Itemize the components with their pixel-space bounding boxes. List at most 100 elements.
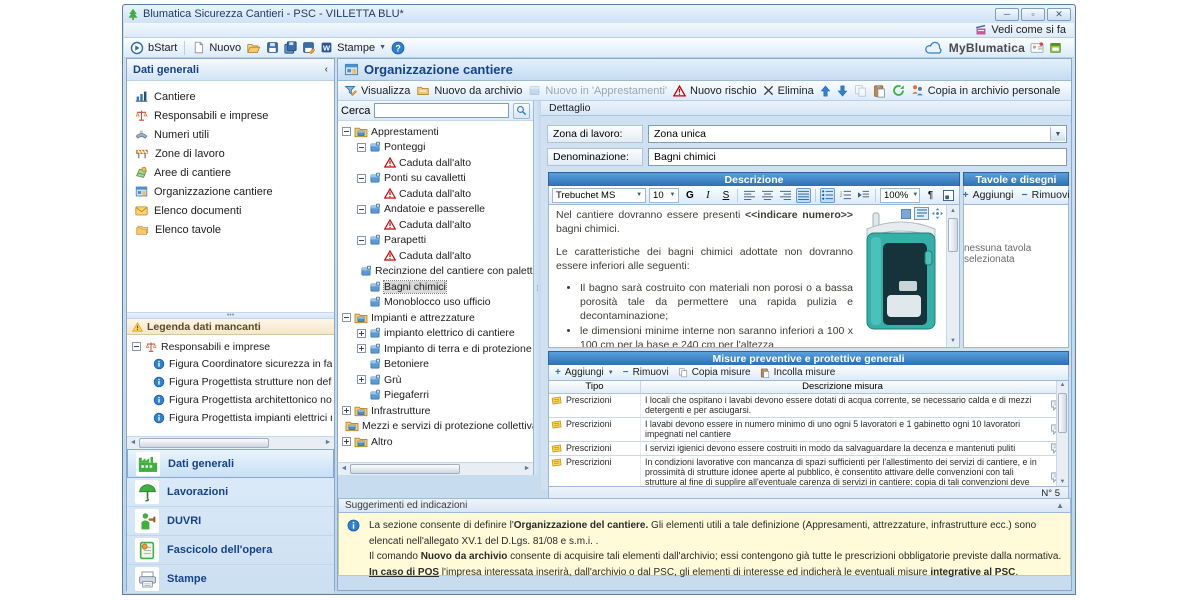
stampe-button[interactable]: W Stampe ▼ — [320, 41, 386, 54]
scrollbar-thumb[interactable] — [350, 464, 460, 474]
nuovo-button[interactable]: Nuovo — [192, 41, 241, 54]
scrollbar-thumb[interactable] — [139, 438, 269, 448]
align-left-button[interactable] — [742, 188, 757, 203]
save-all-icon[interactable] — [284, 41, 297, 54]
scrollbar-thumb[interactable] — [1058, 393, 1067, 433]
justify-button[interactable] — [796, 188, 811, 203]
tree-node-parapetti[interactable]: Parapetti — [338, 233, 533, 249]
copia-archivio-personale-button[interactable]: Copia in archivio personale — [911, 84, 1061, 97]
italic-button[interactable]: I — [700, 188, 715, 203]
refresh-icon[interactable] — [892, 84, 905, 97]
scroll-down-icon[interactable]: ▼ — [1058, 479, 1067, 485]
numbered-list-button[interactable]: 12 — [838, 188, 853, 203]
bstart-button[interactable]: bStart — [130, 41, 177, 55]
tree-node-andatoie-e-passerelle[interactable]: Andatoie e passerelle — [338, 202, 533, 218]
search-input[interactable] — [374, 103, 509, 118]
copy-icon[interactable] — [854, 84, 867, 97]
legend-item[interactable]: Figura Coordinatore sicurezza in fase di… — [129, 355, 332, 373]
panel-splitter[interactable]: ⁞ — [534, 101, 541, 475]
tree-node-mezzi-e-servizi-di-protezione-collettiva[interactable]: Mezzi e servizi di protezione collettiva — [338, 419, 533, 435]
bold-button[interactable]: G — [682, 188, 697, 203]
page-layout-button[interactable] — [941, 188, 956, 203]
tree-node-ponteggi[interactable]: Ponteggi — [338, 140, 533, 156]
tree-node-infrastrutture[interactable]: Infrastrutture — [338, 403, 533, 419]
column-header-tipo[interactable]: Tipo — [549, 381, 641, 393]
help-icon[interactable]: ? — [391, 41, 405, 55]
tree-node-impianto-di-terra-e-di-protezione-contro-le-scariche[interactable]: Impianto di terra e di protezione contro… — [338, 341, 533, 357]
misure-aggiungi-button[interactable]: + Aggiungi ▼ — [555, 367, 614, 378]
sidebar-item-elenco-tavole[interactable]: Elenco tavole — [127, 220, 334, 239]
tree-node-bagni-chimici[interactable]: Bagni chimici — [338, 279, 533, 295]
sidebar-splitter[interactable]: ••• — [127, 312, 334, 319]
elimina-button[interactable]: Elimina — [763, 85, 814, 97]
save-icon[interactable] — [266, 41, 279, 54]
nav-item-lavorazioni[interactable]: Lavorazioni — [127, 478, 334, 507]
chevron-down-icon[interactable]: ▼ — [1050, 127, 1065, 141]
tavole-aggiungi-button[interactable]: + Aggiungi — [962, 189, 1013, 201]
tree-node-recinzione-del-cantiere-con-paletti-e-rete[interactable]: Recinzione del cantiere con paletti e re… — [338, 264, 533, 280]
denominazione-input[interactable]: Bagni chimici — [648, 148, 1067, 166]
collapse-sidebar-icon[interactable]: ‹ — [325, 64, 328, 75]
tree-node-monoblocco-uso-ufficio[interactable]: Monoblocco uso ufficio — [338, 295, 533, 311]
tree-node-caduta-dall-alto[interactable]: Caduta dall'alto — [338, 248, 533, 264]
maximize-button[interactable]: ▫ — [1021, 8, 1045, 21]
title-bar[interactable]: Blumatica Sicurezza Cantieri - PSC - VIL… — [123, 5, 1075, 23]
misure-vscrollbar[interactable]: ▲ ▼ — [1056, 381, 1068, 486]
legend-item[interactable]: Figura Progettista architettonico non de… — [129, 391, 332, 409]
editor-vscrollbar[interactable]: ▲ ▼ — [946, 205, 959, 347]
tree-node-impianto-elettrico-di-cantiere[interactable]: impianto elettrico di cantiere — [338, 326, 533, 342]
tree-node-gr-[interactable]: Grù — [338, 372, 533, 388]
paste-icon[interactable] — [873, 84, 886, 98]
tree-node-altro[interactable]: Altro — [338, 434, 533, 450]
nuovo-rischio-button[interactable]: Nuovo rischio — [673, 85, 757, 97]
bullet-list-button[interactable] — [820, 188, 835, 203]
nuovo-da-archivio-button[interactable]: Nuovo da archivio — [416, 84, 522, 97]
tree-hscrollbar[interactable]: ◄ ► — [338, 462, 533, 475]
scroll-left-icon[interactable]: ◄ — [128, 438, 138, 448]
search-button[interactable] — [513, 103, 530, 119]
nav-item-dati-generali[interactable]: Dati generali — [127, 449, 334, 478]
tree-node-apprestamenti[interactable]: Apprestamenti — [338, 124, 533, 140]
sidebar-item-elenco-documenti[interactable]: Elenco documenti — [127, 201, 334, 220]
scroll-right-icon[interactable]: ► — [323, 438, 333, 448]
align-right-button[interactable] — [778, 188, 793, 203]
sidebar-item-organizzazione-cantiere[interactable]: Organizzazione cantiere — [127, 182, 334, 201]
misure-row[interactable]: PrescrizioniI locali che ospitano i lava… — [549, 394, 1068, 418]
sidebar-hscrollbar[interactable]: ◄ ► — [127, 436, 334, 449]
sidebar-item-aree-di-cantiere[interactable]: Aree di cantiere — [127, 163, 334, 182]
nav-item-stampe[interactable]: Stampe — [127, 565, 334, 594]
zoom-select[interactable]: 100%▼ — [880, 188, 920, 203]
font-size-select[interactable]: 10▼ — [649, 188, 679, 203]
legend-root[interactable]: Responsabili e imprese — [129, 338, 332, 355]
collapse-up-icon[interactable]: ▲ — [1056, 501, 1064, 510]
tree-node-betoniere[interactable]: Betoniere — [338, 357, 533, 373]
tree-node-piegaferri[interactable]: Piegaferri — [338, 388, 533, 404]
scroll-down-icon[interactable]: ▼ — [948, 336, 958, 346]
scroll-left-icon[interactable]: ◄ — [339, 464, 349, 474]
indent-button[interactable] — [856, 188, 871, 203]
misure-row[interactable]: PrescrizioniIn condizioni lavorative con… — [549, 456, 1068, 488]
font-family-select[interactable]: Trebuchet MS▼ — [552, 188, 646, 203]
tree-node-caduta-dall-alto[interactable]: Caduta dall'alto — [338, 186, 533, 202]
tree-node-caduta-dall-alto[interactable]: Caduta dall'alto — [338, 155, 533, 171]
nav-item-duvri[interactable]: DUVRI — [127, 507, 334, 536]
suggestions-header[interactable]: Suggerimenti ed indicazioni ▲ — [338, 498, 1071, 513]
move-down-icon[interactable] — [837, 85, 848, 97]
column-header-descrizione[interactable]: Descrizione misura — [641, 381, 1044, 393]
sidebar-item-responsabili-e-imprese[interactable]: Responsabili e imprese — [127, 106, 334, 125]
misure-rimuovi-button[interactable]: − Rimuovi — [623, 367, 669, 378]
sidebar-item-zone-di-lavoro[interactable]: Zone di lavoro — [127, 144, 334, 163]
pilcrow-button[interactable]: ¶ — [923, 188, 938, 203]
calendar-icon[interactable] — [1049, 41, 1062, 54]
vedi-come-si-fa-link[interactable]: Vedi come si fa — [975, 24, 1074, 36]
nuovo-in-apprestamenti-button[interactable]: Nuovo in 'Apprestamenti' — [528, 84, 667, 97]
descrizione-editor[interactable]: Nel cantiere dovranno essere presenti <<… — [548, 205, 960, 348]
move-up-icon[interactable] — [820, 85, 831, 97]
contact-card-icon[interactable] — [1030, 42, 1044, 54]
incolla-misure-button[interactable]: Incolla misure — [760, 367, 836, 379]
zona-di-lavoro-select[interactable]: Zona unica ▼ — [648, 125, 1067, 143]
sidebar-item-cantiere[interactable]: Cantiere — [127, 87, 334, 106]
align-center-button[interactable] — [760, 188, 775, 203]
tavole-rimuovi-button[interactable]: − Rimuovi — [1021, 189, 1069, 201]
myblumatica-area[interactable]: MyBlumatica — [924, 41, 1068, 55]
